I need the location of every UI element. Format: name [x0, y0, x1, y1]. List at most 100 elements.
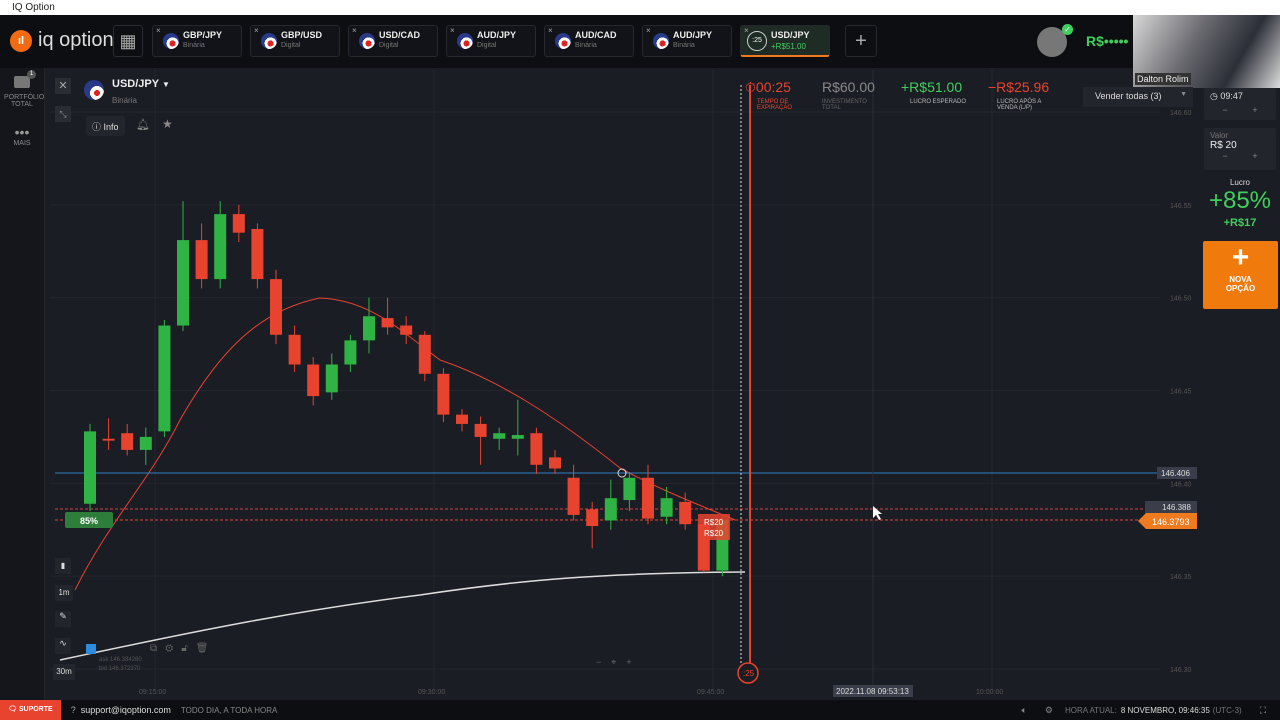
asset-pair: USD/JPY	[112, 78, 159, 90]
candle-body	[549, 457, 561, 469]
price-label-blue: 146.406	[1161, 469, 1190, 478]
profit-amount: +R$17	[1223, 217, 1257, 229]
candle-body	[456, 414, 468, 424]
help-icon: ?	[70, 705, 76, 715]
price-label-current: 146.3793	[1152, 517, 1190, 527]
chevron-down-icon: ▼	[161, 80, 170, 89]
timeframe-1m-button[interactable]: 1m	[55, 585, 73, 601]
new-option-button[interactable]: + NOVA OPÇÃO	[1203, 241, 1278, 309]
value-minus-button[interactable]: −	[1222, 151, 1227, 161]
bid-price: bid 146.372370	[99, 666, 141, 672]
x-tick-label: 09:30:00	[418, 689, 445, 696]
candle-body	[214, 214, 227, 280]
support-button[interactable]: 🗨︎ SUPORTE	[0, 700, 61, 720]
timeframe-30m-button[interactable]: 30m	[53, 664, 75, 680]
candle-body	[195, 240, 208, 280]
settings-icon[interactable]: ⚙	[1045, 705, 1053, 716]
candle-body	[511, 435, 524, 439]
candle-body	[270, 279, 282, 335]
y-tick-label: 146.55	[1170, 203, 1192, 210]
settings-icon[interactable]: ⚙	[165, 643, 181, 654]
asset-type: Binária	[112, 96, 137, 105]
value-plus-button[interactable]: +	[1252, 151, 1257, 161]
value-amount[interactable]: R$ 20	[1210, 140, 1270, 151]
footer: 🗨︎ SUPORTE ? support@iqoption.com TODO D…	[0, 700, 1280, 720]
x-tick-label: 10:00:00	[976, 689, 1003, 696]
expiry-time: 09:47	[1220, 91, 1243, 101]
chart-grid: 146.60 146.55 146.50 146.45 146.40 146.35 146.…	[50, 70, 1192, 696]
candle-body	[604, 498, 617, 521]
expiry-label: TEMPO DE EXPIRAÇÃO	[757, 99, 793, 111]
pencil-icon[interactable]: ✎	[55, 611, 71, 627]
sell-profit-label: LUCRO APÓS A VENDA (L/P)	[997, 99, 1042, 111]
candle-body	[139, 436, 152, 450]
sell-all-label: Vender todas (3)	[1095, 91, 1162, 101]
candle-body	[567, 477, 580, 515]
timer-icon: ⏱	[745, 79, 756, 95]
candle-body	[381, 318, 394, 328]
candle-body	[288, 334, 301, 365]
candle-body	[586, 509, 599, 527]
candle-body	[84, 431, 96, 504]
y-tick-label: 146.45	[1170, 389, 1192, 396]
color-picker[interactable]	[86, 644, 96, 654]
candle-body	[400, 325, 413, 335]
time-plus-button[interactable]: +	[1252, 105, 1257, 115]
support-label: SUPORTE	[18, 706, 53, 713]
trade-panel: ◷ 09:47− + Valor R$ 20− + Lucro +85% +R$17 …	[1200, 88, 1280, 700]
zoom-in-button[interactable]: +	[626, 657, 641, 667]
asset-selector[interactable]: USD/JPY ▼	[112, 78, 170, 90]
current-time: 8 NOVEMBRO, 09:46:35	[1120, 705, 1210, 715]
trade-label-2: R$20	[704, 529, 724, 538]
ask-price: ask 146.384280	[99, 657, 142, 663]
mouse-cursor-icon	[873, 506, 882, 520]
y-tick-label: 146.30	[1170, 667, 1192, 674]
x-tick-label: 09:15:00	[139, 689, 166, 696]
star-icon[interactable]: ★	[162, 117, 173, 131]
candle-body	[660, 498, 673, 517]
candle-body	[418, 334, 431, 374]
close-chart-button[interactable]: ✕	[55, 78, 71, 94]
expected-profit-label: LUCRO ESPERADO	[910, 99, 967, 105]
drawing-tools[interactable]: ⧉⚙🔓︎🗑︎	[150, 643, 216, 654]
y-tick-label: 146.50	[1170, 296, 1192, 303]
mute-icon[interactable]: 🔈︎	[1022, 705, 1027, 716]
candle-body	[623, 477, 636, 501]
info-button[interactable]: ⓘ Info	[86, 116, 125, 136]
expiry-time-selector[interactable]: ◷ 09:47 − +	[1204, 88, 1276, 120]
chart-type-button[interactable]: ▮	[55, 558, 71, 574]
trash-icon[interactable]: 🗑︎	[196, 643, 217, 654]
payout-badge: 85%	[80, 516, 98, 526]
recenter-button[interactable]: ⌖	[611, 657, 626, 667]
x-tick-label: 09:45:00	[697, 689, 724, 696]
value-input[interactable]: Valor R$ 20− +	[1204, 128, 1276, 170]
new-option-label: NOVA OPÇÃO	[1225, 275, 1256, 293]
candle-body	[344, 340, 357, 365]
unlock-icon[interactable]: 🔓︎	[181, 643, 195, 654]
clock-label: HORA ATUAL:	[1064, 705, 1117, 715]
support-email[interactable]: support@iqoption.com	[81, 705, 171, 715]
sell-all-button[interactable]: Vender todas (3) ▼	[1083, 87, 1193, 107]
chevron-down-icon[interactable]: ▼	[1180, 91, 1187, 98]
expiry-marker-label: :25	[743, 669, 755, 678]
zoom-controls: −⌖+	[596, 657, 642, 668]
collapse-icon[interactable]: ⤡	[55, 106, 71, 122]
candle-body	[530, 433, 543, 465]
indicators-icon[interactable]: ∿	[55, 638, 71, 654]
expiry-timer: ⏱00:25	[745, 79, 791, 96]
fullscreen-icon[interactable]: ⛶	[1260, 705, 1266, 716]
zoom-out-button[interactable]: −	[596, 657, 611, 667]
price-chart[interactable]: 146.60 146.55 146.50 146.45 146.40 146.35 146.…	[0, 0, 1280, 720]
candle-body	[325, 364, 338, 393]
timezone: (UTC-3)	[1212, 705, 1242, 715]
copy-icon[interactable]: ⧉	[150, 643, 165, 654]
candle-body	[437, 373, 450, 415]
candle-body	[363, 316, 375, 341]
time-minus-button[interactable]: −	[1222, 105, 1227, 115]
candle-body	[102, 438, 115, 441]
info-icon: ⓘ	[92, 122, 102, 132]
candle-body	[679, 501, 692, 525]
moving-average-red	[74, 297, 736, 591]
bell-icon[interactable]: 🔔︎	[136, 118, 150, 131]
candle-body	[493, 433, 506, 439]
